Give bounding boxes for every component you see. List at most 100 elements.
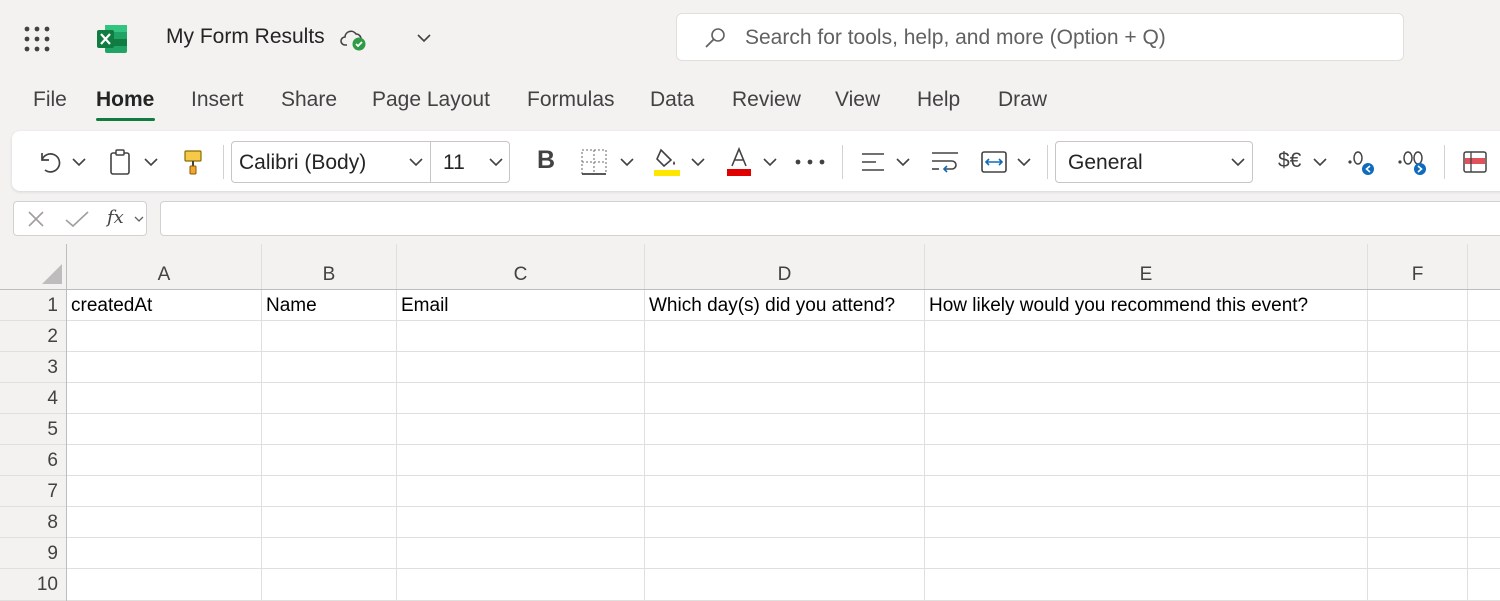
fx-chevron-icon[interactable] xyxy=(133,214,145,224)
row-header-9[interactable]: 9 xyxy=(0,538,66,569)
search-box[interactable]: Search for tools, help, and more (Option… xyxy=(676,13,1404,61)
format-painter-icon[interactable] xyxy=(182,148,204,176)
cell-e7[interactable] xyxy=(925,476,1368,507)
cell-b6[interactable] xyxy=(262,445,397,476)
cell-c8[interactable] xyxy=(397,507,645,538)
cell-g7[interactable] xyxy=(1468,476,1500,507)
font-size-chevron-icon[interactable] xyxy=(487,155,505,169)
tab-page-layout[interactable]: Page Layout xyxy=(372,88,490,112)
cell-c5[interactable] xyxy=(397,414,645,445)
cell-g1[interactable] xyxy=(1468,290,1500,321)
paste-dropdown-chevron-icon[interactable] xyxy=(142,155,160,169)
row-header-6[interactable]: 6 xyxy=(0,445,66,476)
cell-f8[interactable] xyxy=(1368,507,1468,538)
cell-e9[interactable] xyxy=(925,538,1368,569)
cell-a10[interactable] xyxy=(67,569,262,601)
fill-color-icon[interactable] xyxy=(653,146,681,176)
align-left-icon[interactable] xyxy=(860,150,886,174)
font-color-dropdown-chevron-icon[interactable] xyxy=(761,155,779,169)
paste-clipboard-icon[interactable] xyxy=(108,148,132,176)
row-header-5[interactable]: 5 xyxy=(0,414,66,445)
tab-draw[interactable]: Draw xyxy=(998,88,1047,112)
cell-f1[interactable] xyxy=(1368,290,1468,321)
borders-dropdown-chevron-icon[interactable] xyxy=(618,155,636,169)
cell-e8[interactable] xyxy=(925,507,1368,538)
tab-view[interactable]: View xyxy=(835,88,880,112)
row-header-4[interactable]: 4 xyxy=(0,383,66,414)
increase-decimal-icon[interactable] xyxy=(1347,148,1377,176)
cell-b3[interactable] xyxy=(262,352,397,383)
tab-review[interactable]: Review xyxy=(732,88,801,112)
cell-c3[interactable] xyxy=(397,352,645,383)
tab-formulas[interactable]: Formulas xyxy=(527,88,615,112)
undo-icon[interactable] xyxy=(36,149,62,175)
conditional-formatting-icon[interactable] xyxy=(1462,149,1488,175)
currency-format-button[interactable]: $€ xyxy=(1278,149,1301,173)
cell-c9[interactable] xyxy=(397,538,645,569)
cell-e10[interactable] xyxy=(925,569,1368,601)
app-launcher-icon[interactable] xyxy=(24,26,50,52)
cell-d10[interactable] xyxy=(645,569,925,601)
cell-c4[interactable] xyxy=(397,383,645,414)
document-title[interactable]: My Form Results xyxy=(166,25,325,49)
cell-a6[interactable] xyxy=(67,445,262,476)
chevron-down-icon[interactable] xyxy=(414,30,434,46)
cell-f2[interactable] xyxy=(1368,321,1468,352)
decrease-decimal-icon[interactable] xyxy=(1397,148,1431,176)
undo-dropdown-chevron-icon[interactable] xyxy=(70,155,88,169)
cell-d7[interactable] xyxy=(645,476,925,507)
column-header-e[interactable]: E xyxy=(925,244,1368,289)
row-header-10[interactable]: 10 xyxy=(0,569,66,601)
cell-g3[interactable] xyxy=(1468,352,1500,383)
cell-a3[interactable] xyxy=(67,352,262,383)
borders-icon[interactable] xyxy=(580,148,608,176)
cell-c1[interactable]: Email xyxy=(397,290,645,321)
merge-cells-icon[interactable] xyxy=(980,148,1008,176)
cell-f5[interactable] xyxy=(1368,414,1468,445)
column-header-b[interactable]: B xyxy=(262,244,397,289)
confirm-check-icon[interactable] xyxy=(64,209,90,229)
column-header-g[interactable] xyxy=(1468,244,1500,289)
cell-c10[interactable] xyxy=(397,569,645,601)
column-header-c[interactable]: C xyxy=(397,244,645,289)
cell-d6[interactable] xyxy=(645,445,925,476)
cell-b5[interactable] xyxy=(262,414,397,445)
wrap-text-icon[interactable] xyxy=(930,149,960,175)
font-name-chevron-icon[interactable] xyxy=(407,155,425,169)
cell-g5[interactable] xyxy=(1468,414,1500,445)
cell-f6[interactable] xyxy=(1368,445,1468,476)
font-color-icon[interactable] xyxy=(726,146,752,176)
cell-f4[interactable] xyxy=(1368,383,1468,414)
cell-e5[interactable] xyxy=(925,414,1368,445)
cell-d9[interactable] xyxy=(645,538,925,569)
select-all-corner[interactable] xyxy=(0,244,66,289)
fill-color-dropdown-chevron-icon[interactable] xyxy=(689,155,707,169)
cell-d1[interactable]: Which day(s) did you attend? xyxy=(645,290,925,321)
cell-e3[interactable] xyxy=(925,352,1368,383)
tab-file[interactable]: File xyxy=(33,88,67,112)
row-header-3[interactable]: 3 xyxy=(0,352,66,383)
cell-a1[interactable]: createdAt xyxy=(67,290,262,321)
cell-d4[interactable] xyxy=(645,383,925,414)
cell-a7[interactable] xyxy=(67,476,262,507)
cell-e2[interactable] xyxy=(925,321,1368,352)
tab-home[interactable]: Home xyxy=(96,88,154,112)
formula-input[interactable] xyxy=(160,201,1500,236)
cell-b9[interactable] xyxy=(262,538,397,569)
cloud-saved-icon[interactable] xyxy=(340,26,368,52)
number-format-select[interactable]: General xyxy=(1055,141,1253,183)
cell-f3[interactable] xyxy=(1368,352,1468,383)
tab-data[interactable]: Data xyxy=(650,88,694,112)
cell-d8[interactable] xyxy=(645,507,925,538)
cell-a5[interactable] xyxy=(67,414,262,445)
cell-e1[interactable]: How likely would you recommend this even… xyxy=(925,290,1368,321)
column-header-d[interactable]: D xyxy=(645,244,925,289)
cell-g9[interactable] xyxy=(1468,538,1500,569)
cell-e4[interactable] xyxy=(925,383,1368,414)
cell-g2[interactable] xyxy=(1468,321,1500,352)
column-header-a[interactable]: A xyxy=(67,244,262,289)
cell-b8[interactable] xyxy=(262,507,397,538)
insert-function-button[interactable]: fx xyxy=(107,207,124,228)
cell-a8[interactable] xyxy=(67,507,262,538)
cell-b2[interactable] xyxy=(262,321,397,352)
